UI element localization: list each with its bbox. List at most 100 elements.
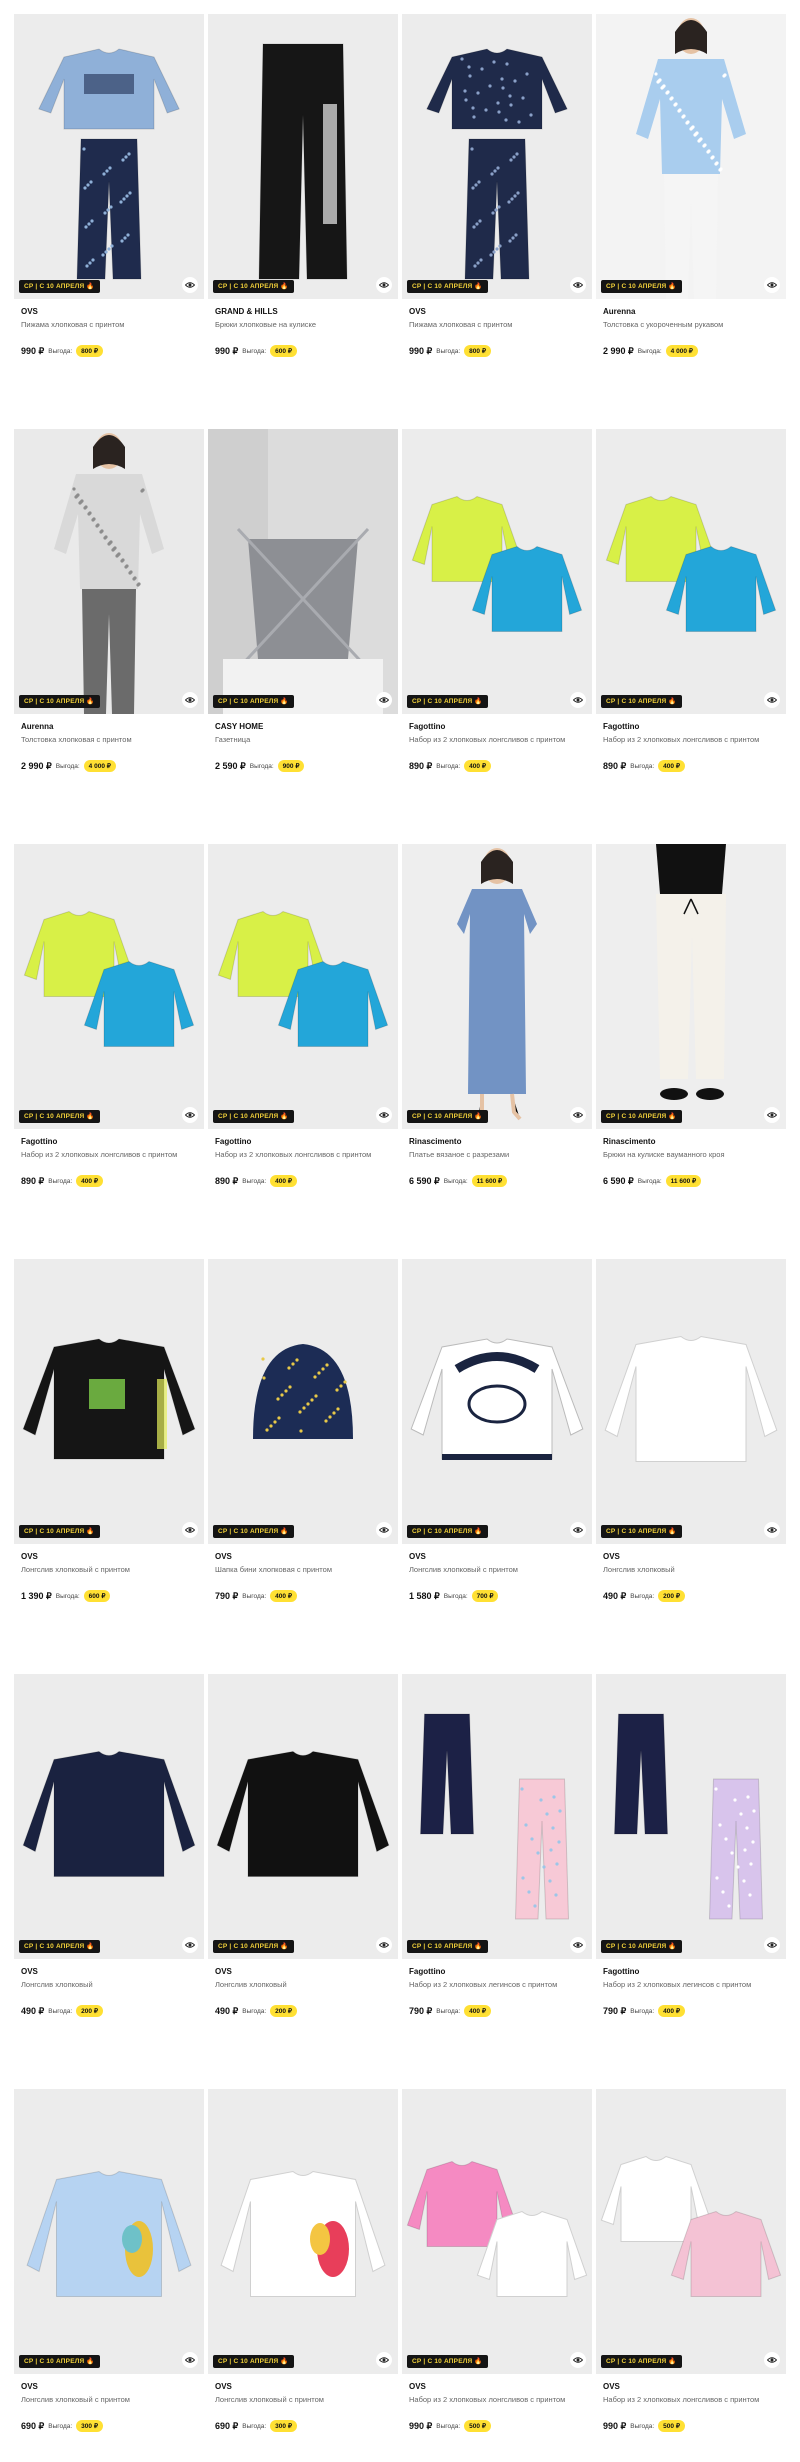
product-image[interactable]: СР | С 10 АПРЕЛЯ 🔥 xyxy=(14,1259,204,1544)
product-brand[interactable]: OVS xyxy=(21,2382,38,2391)
product-brand[interactable]: OVS xyxy=(21,1552,38,1561)
product-card[interactable]: СР | С 10 АПРЕЛЯ 🔥 Fagottino Набор из 2 … xyxy=(596,1674,786,2049)
product-image[interactable]: СР | С 10 АПРЕЛЯ 🔥 xyxy=(14,2089,204,2374)
product-brand[interactable]: OVS xyxy=(21,307,38,316)
product-brand[interactable]: OVS xyxy=(603,1552,620,1561)
quick-view-eye-icon[interactable] xyxy=(764,1937,780,1953)
product-brand[interactable]: OVS xyxy=(603,2382,620,2391)
product-brand[interactable]: Fagottino xyxy=(603,722,639,731)
product-title[interactable]: Брюки хлопковые на кулиске xyxy=(215,320,397,329)
product-image[interactable]: СР | С 10 АПРЕЛЯ 🔥 xyxy=(14,429,204,714)
quick-view-eye-icon[interactable] xyxy=(376,692,392,708)
product-brand[interactable]: Fagottino xyxy=(21,1137,57,1146)
quick-view-eye-icon[interactable] xyxy=(764,2352,780,2368)
product-title[interactable]: Набор из 2 хлопковых легинсов с принтом xyxy=(603,1980,785,1989)
product-title[interactable]: Набор из 2 хлопковых лонгсливов с принто… xyxy=(603,2395,785,2404)
quick-view-eye-icon[interactable] xyxy=(570,2352,586,2368)
product-card[interactable]: СР | С 10 АПРЕЛЯ 🔥 Aurenna Толстовка с у… xyxy=(596,14,786,389)
product-brand[interactable]: CASY HOME xyxy=(215,722,263,731)
product-title[interactable]: Лонгслив хлопковый с принтом xyxy=(21,2395,203,2404)
product-brand[interactable]: Aurenna xyxy=(21,722,53,731)
product-brand[interactable]: Fagottino xyxy=(409,722,445,731)
product-card[interactable]: СР | С 10 АПРЕЛЯ 🔥 OVS Лонгслив хлопковы… xyxy=(208,1674,398,2049)
product-brand[interactable]: OVS xyxy=(409,307,426,316)
quick-view-eye-icon[interactable] xyxy=(570,692,586,708)
quick-view-eye-icon[interactable] xyxy=(376,277,392,293)
product-brand[interactable]: OVS xyxy=(21,1967,38,1976)
product-image[interactable]: СР | С 10 АПРЕЛЯ 🔥 xyxy=(402,1674,592,1959)
product-brand[interactable]: Fagottino xyxy=(603,1967,639,1976)
product-card[interactable]: СР | С 10 АПРЕЛЯ 🔥 Fagottino Набор из 2 … xyxy=(14,844,204,1219)
quick-view-eye-icon[interactable] xyxy=(570,1522,586,1538)
product-title[interactable]: Брюки на кулиске вауманного кроя xyxy=(603,1150,785,1159)
product-image[interactable]: СР | С 10 АПРЕЛЯ 🔥 xyxy=(596,1674,786,1959)
product-image[interactable]: СР | С 10 АПРЕЛЯ 🔥 xyxy=(402,429,592,714)
product-card[interactable]: СР | С 10 АПРЕЛЯ 🔥 OVS Лонгслив хлопковы… xyxy=(208,2089,398,2462)
product-card[interactable]: СР | С 10 АПРЕЛЯ 🔥 OVS Лонгслив хлопковы… xyxy=(14,1674,204,2049)
product-card[interactable]: СР | С 10 АПРЕЛЯ 🔥 OVS Набор из 2 хлопко… xyxy=(402,2089,592,2462)
product-title[interactable]: Пижама хлопковая с принтом xyxy=(409,320,591,329)
product-title[interactable]: Платье вязаное с разрезами xyxy=(409,1150,591,1159)
quick-view-eye-icon[interactable] xyxy=(376,1107,392,1123)
product-title[interactable]: Лонгслив хлопковый xyxy=(215,1980,397,1989)
product-card[interactable]: СР | С 10 АПРЕЛЯ 🔥 Rinascimento Брюки на… xyxy=(596,844,786,1219)
quick-view-eye-icon[interactable] xyxy=(182,277,198,293)
product-card[interactable]: СР | С 10 АПРЕЛЯ 🔥 Fagottino Набор из 2 … xyxy=(596,429,786,804)
quick-view-eye-icon[interactable] xyxy=(182,1107,198,1123)
quick-view-eye-icon[interactable] xyxy=(570,1937,586,1953)
product-title[interactable]: Газетница xyxy=(215,735,397,744)
product-image[interactable]: СР | С 10 АПРЕЛЯ 🔥 xyxy=(596,844,786,1129)
product-title[interactable]: Набор из 2 хлопковых лонгсливов с принто… xyxy=(21,1150,203,1159)
quick-view-eye-icon[interactable] xyxy=(376,1522,392,1538)
product-title[interactable]: Толстовка с укороченным рукавом xyxy=(603,320,785,329)
product-card[interactable]: СР | С 10 АПРЕЛЯ 🔥 Aurenna Толстовка хло… xyxy=(14,429,204,804)
product-title[interactable]: Набор из 2 хлопковых лонгсливов с принто… xyxy=(215,1150,397,1159)
product-title[interactable]: Толстовка хлопковая с принтом xyxy=(21,735,203,744)
quick-view-eye-icon[interactable] xyxy=(376,1937,392,1953)
product-image[interactable]: СР | С 10 АПРЕЛЯ 🔥 xyxy=(208,1674,398,1959)
product-brand[interactable]: OVS xyxy=(215,1967,232,1976)
product-title[interactable]: Шапка бини хлопковая с принтом xyxy=(215,1565,397,1574)
product-image[interactable]: СР | С 10 АПРЕЛЯ 🔥 xyxy=(596,2089,786,2374)
product-image[interactable]: СР | С 10 АПРЕЛЯ 🔥 xyxy=(402,2089,592,2374)
quick-view-eye-icon[interactable] xyxy=(764,1522,780,1538)
product-card[interactable]: СР | С 10 АПРЕЛЯ 🔥 GRAND & HILLS Брюки х… xyxy=(208,14,398,389)
quick-view-eye-icon[interactable] xyxy=(182,692,198,708)
quick-view-eye-icon[interactable] xyxy=(182,1937,198,1953)
product-image[interactable]: СР | С 10 АПРЕЛЯ 🔥 xyxy=(208,429,398,714)
product-title[interactable]: Набор из 2 хлопковых лонгсливов с принто… xyxy=(603,735,785,744)
product-card[interactable]: СР | С 10 АПРЕЛЯ 🔥 OVS Лонгслив хлопковы… xyxy=(14,2089,204,2462)
product-title[interactable]: Набор из 2 хлопковых лонгсливов с принто… xyxy=(409,2395,591,2404)
product-image[interactable]: СР | С 10 АПРЕЛЯ 🔥 xyxy=(14,1674,204,1959)
product-card[interactable]: СР | С 10 АПРЕЛЯ 🔥 OVS Лонгслив хлопковы… xyxy=(596,1259,786,1634)
quick-view-eye-icon[interactable] xyxy=(182,2352,198,2368)
product-image[interactable]: СР | С 10 АПРЕЛЯ 🔥 xyxy=(14,844,204,1129)
product-card[interactable]: СР | С 10 АПРЕЛЯ 🔥 OVS Лонгслив хлопковы… xyxy=(402,1259,592,1634)
product-brand[interactable]: Fagottino xyxy=(409,1967,445,1976)
quick-view-eye-icon[interactable] xyxy=(764,692,780,708)
quick-view-eye-icon[interactable] xyxy=(182,1522,198,1538)
product-image[interactable]: СР | С 10 АПРЕЛЯ 🔥 xyxy=(208,1259,398,1544)
product-image[interactable]: СР | С 10 АПРЕЛЯ 🔥 xyxy=(208,14,398,299)
product-image[interactable]: СР | С 10 АПРЕЛЯ 🔥 xyxy=(208,844,398,1129)
product-title[interactable]: Набор из 2 хлопковых лонгсливов с принто… xyxy=(409,735,591,744)
product-brand[interactable]: OVS xyxy=(409,2382,426,2391)
product-image[interactable]: СР | С 10 АПРЕЛЯ 🔥 xyxy=(14,14,204,299)
product-brand[interactable]: Rinascimento xyxy=(409,1137,461,1146)
product-card[interactable]: СР | С 10 АПРЕЛЯ 🔥 Fagottino Набор из 2 … xyxy=(208,844,398,1219)
product-card[interactable]: СР | С 10 АПРЕЛЯ 🔥 OVS Шапка бини хлопко… xyxy=(208,1259,398,1634)
product-card[interactable]: СР | С 10 АПРЕЛЯ 🔥 OVS Лонгслив хлопковы… xyxy=(14,1259,204,1634)
product-card[interactable]: СР | С 10 АПРЕЛЯ 🔥 OVS Набор из 2 хлопко… xyxy=(596,2089,786,2462)
product-card[interactable]: СР | С 10 АПРЕЛЯ 🔥 CASY HOME Газетница 2… xyxy=(208,429,398,804)
product-image[interactable]: СР | С 10 АПРЕЛЯ 🔥 xyxy=(402,844,592,1129)
product-brand[interactable]: OVS xyxy=(409,1552,426,1561)
product-image[interactable]: СР | С 10 АПРЕЛЯ 🔥 xyxy=(402,14,592,299)
product-title[interactable]: Лонгслив хлопковый с принтом xyxy=(21,1565,203,1574)
product-image[interactable]: СР | С 10 АПРЕЛЯ 🔥 xyxy=(208,2089,398,2374)
product-image[interactable]: СР | С 10 АПРЕЛЯ 🔥 xyxy=(596,1259,786,1544)
quick-view-eye-icon[interactable] xyxy=(570,277,586,293)
product-brand[interactable]: GRAND & HILLS xyxy=(215,307,278,316)
product-image[interactable]: СР | С 10 АПРЕЛЯ 🔥 xyxy=(402,1259,592,1544)
product-title[interactable]: Набор из 2 хлопковых легинсов с принтом xyxy=(409,1980,591,1989)
product-title[interactable]: Лонгслив хлопковый xyxy=(21,1980,203,1989)
